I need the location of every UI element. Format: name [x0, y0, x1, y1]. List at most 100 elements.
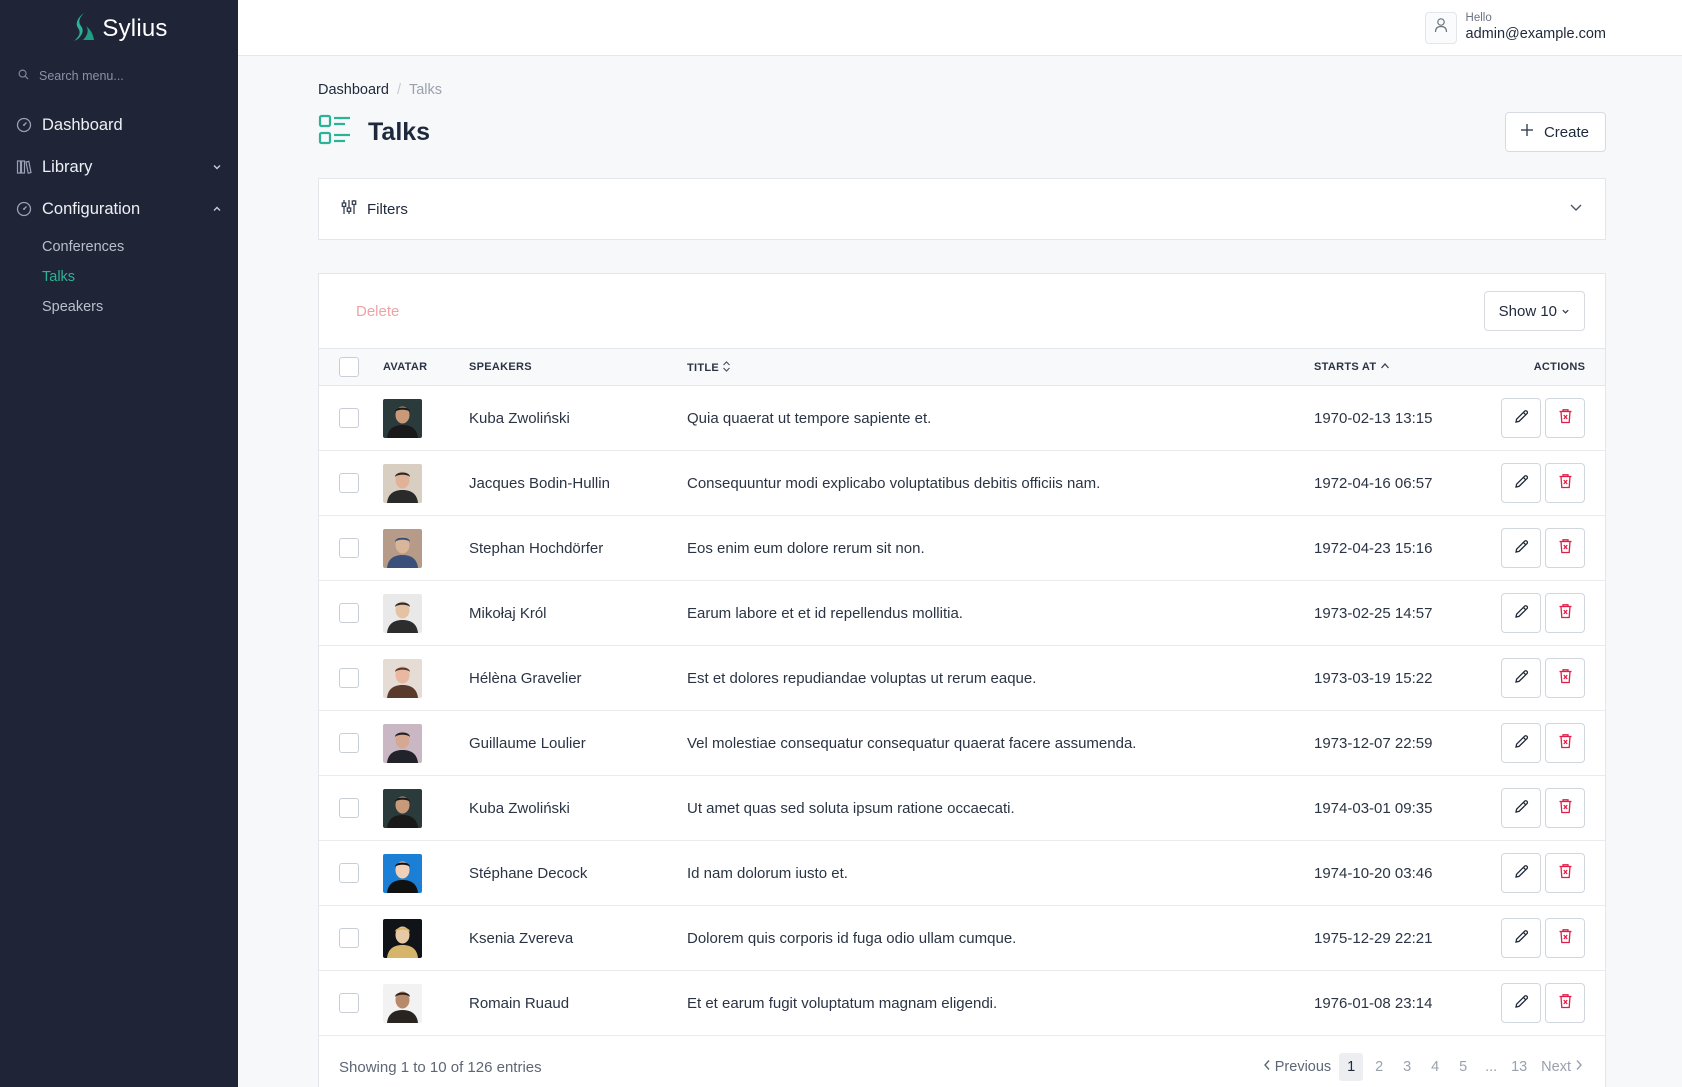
talk-title: Id nam dolorum iusto et.: [687, 864, 848, 882]
trash-x-icon: [1558, 798, 1573, 818]
page-link[interactable]: 13: [1507, 1053, 1531, 1081]
row-checkbox[interactable]: [339, 733, 359, 753]
row-checkbox[interactable]: [339, 928, 359, 948]
search-menu-input[interactable]: [39, 69, 219, 83]
pencil-icon: [1514, 929, 1529, 948]
talk-title: Eos enim eum dolore rerum sit non.: [687, 539, 925, 557]
speaker-name: Jacques Bodin-Hullin: [469, 474, 610, 492]
row-checkbox[interactable]: [339, 473, 359, 493]
speaker-avatar: [383, 528, 422, 568]
create-button[interactable]: Create: [1504, 112, 1606, 152]
speaker-name: Kuba Zwoliński: [469, 409, 570, 427]
sidebar-item-dashboard[interactable]: Dashboard: [0, 104, 238, 146]
breadcrumb-dashboard[interactable]: Dashboard: [318, 82, 389, 98]
edit-button[interactable]: [1501, 463, 1541, 503]
row-checkbox[interactable]: [339, 993, 359, 1013]
user-icon: [1434, 17, 1448, 38]
talk-title: Est et dolores repudiandae voluptas ut r…: [687, 669, 1037, 687]
pencil-icon: [1514, 864, 1529, 883]
talks-table: AVATAR SPEAKERS TITLE STARTS AT ACTIONS …: [319, 348, 1605, 1036]
sidebar-item-label: Configuration: [42, 199, 141, 218]
speaker-name: Kuba Zwoliński: [469, 799, 570, 817]
previous-page-button[interactable]: Previous: [1261, 1053, 1335, 1081]
speaker-avatar: [383, 658, 422, 698]
select-all-checkbox[interactable]: [339, 357, 359, 377]
grid-toolbar: Delete Show 10: [319, 274, 1605, 348]
delete-button[interactable]: [1545, 463, 1585, 503]
list-details-icon: [318, 113, 352, 152]
sidebar-item-speakers[interactable]: Speakers: [42, 292, 238, 322]
talk-starts-at: 1973-03-19 15:22: [1314, 669, 1433, 687]
delete-button[interactable]: [1545, 398, 1585, 438]
delete-button[interactable]: [1545, 788, 1585, 828]
edit-button[interactable]: [1501, 983, 1541, 1023]
sidebar-nav: Dashboard Library Configuration Conferen…: [0, 104, 238, 326]
delete-button[interactable]: [1545, 853, 1585, 893]
user-menu[interactable]: Hello admin@example.com: [1424, 11, 1606, 44]
next-label: Next: [1541, 1059, 1571, 1075]
talk-title: Quia quaerat ut tempore sapiente et.: [687, 409, 932, 427]
edit-button[interactable]: [1501, 788, 1541, 828]
delete-button[interactable]: [1545, 528, 1585, 568]
create-label: Create: [1543, 123, 1589, 141]
page-size-dropdown[interactable]: Show 10: [1483, 291, 1585, 331]
delete-button[interactable]: [1545, 658, 1585, 698]
edit-button[interactable]: [1501, 593, 1541, 633]
delete-button[interactable]: [1545, 983, 1585, 1023]
edit-button[interactable]: [1501, 658, 1541, 698]
sidebar-item-library[interactable]: Library: [0, 146, 238, 188]
edit-button[interactable]: [1501, 918, 1541, 958]
brand-name: Sylius: [102, 15, 168, 42]
row-checkbox[interactable]: [339, 408, 359, 428]
sidebar-item-configuration[interactable]: Configuration: [0, 188, 238, 230]
page-title: Talks: [368, 117, 431, 146]
sylius-logo-icon: [70, 12, 96, 47]
edit-button[interactable]: [1501, 853, 1541, 893]
talks-grid: Delete Show 10 AVATAR SPEAKERS TITLE STA…: [318, 273, 1606, 1087]
talk-starts-at: 1972-04-16 06:57: [1314, 474, 1433, 492]
table-row: Romain Ruaud Et et earum fugit voluptatu…: [319, 971, 1605, 1036]
gauge-icon: [16, 201, 42, 217]
row-checkbox[interactable]: [339, 603, 359, 623]
pagination: Previous 1 2 3 4 5... 13 Next: [1261, 1053, 1585, 1081]
row-checkbox[interactable]: [339, 863, 359, 883]
adjustments-icon: [341, 199, 357, 219]
page-header: Talks Create: [318, 106, 1606, 158]
row-checkbox[interactable]: [339, 538, 359, 558]
delete-button[interactable]: [1545, 723, 1585, 763]
column-starts-at-sort[interactable]: STARTS AT: [1314, 349, 1484, 386]
page-link[interactable]: 5: [1451, 1053, 1475, 1081]
chevron-down-icon: [1569, 200, 1583, 219]
bulk-delete-button[interactable]: Delete: [356, 303, 399, 320]
edit-button[interactable]: [1501, 528, 1541, 568]
filters-panel[interactable]: Filters: [318, 178, 1606, 240]
next-page-button[interactable]: Next: [1535, 1053, 1585, 1081]
main-content: Dashboard / Talks Talks Create Filters D…: [318, 56, 1606, 1087]
page-link[interactable]: 3: [1395, 1053, 1419, 1081]
delete-button[interactable]: [1545, 593, 1585, 633]
logo[interactable]: Sylius: [0, 0, 238, 56]
sidebar-item-talks[interactable]: Talks: [42, 262, 238, 292]
dashboard-icon: [16, 117, 42, 133]
column-title-sort[interactable]: TITLE: [687, 349, 1314, 386]
talk-starts-at: 1974-10-20 03:46: [1314, 864, 1433, 882]
speaker-name: Guillaume Loulier: [469, 734, 586, 752]
sidebar-item-conferences[interactable]: Conferences: [42, 232, 238, 262]
page-link[interactable]: 4: [1423, 1053, 1447, 1081]
edit-button[interactable]: [1501, 723, 1541, 763]
row-checkbox[interactable]: [339, 798, 359, 818]
speaker-name: Ksenia Zvereva: [469, 929, 574, 947]
sort-ascending-icon: [1380, 361, 1390, 373]
talk-title: Et et earum fugit voluptatum magnam elig…: [687, 994, 998, 1012]
row-checkbox[interactable]: [339, 668, 359, 688]
page-link[interactable]: 2: [1367, 1053, 1391, 1081]
sidebar-item-label: Library: [42, 157, 93, 176]
delete-button[interactable]: [1545, 918, 1585, 958]
talk-starts-at: 1974-03-01 09:35: [1314, 799, 1433, 817]
edit-button[interactable]: [1501, 398, 1541, 438]
page-link[interactable]: 1: [1339, 1053, 1364, 1081]
configuration-submenu: Conferences Talks Speakers: [0, 230, 238, 326]
sort-icon: [722, 360, 731, 374]
speaker-avatar: [383, 723, 422, 763]
topbar: Hello admin@example.com: [238, 0, 1682, 56]
